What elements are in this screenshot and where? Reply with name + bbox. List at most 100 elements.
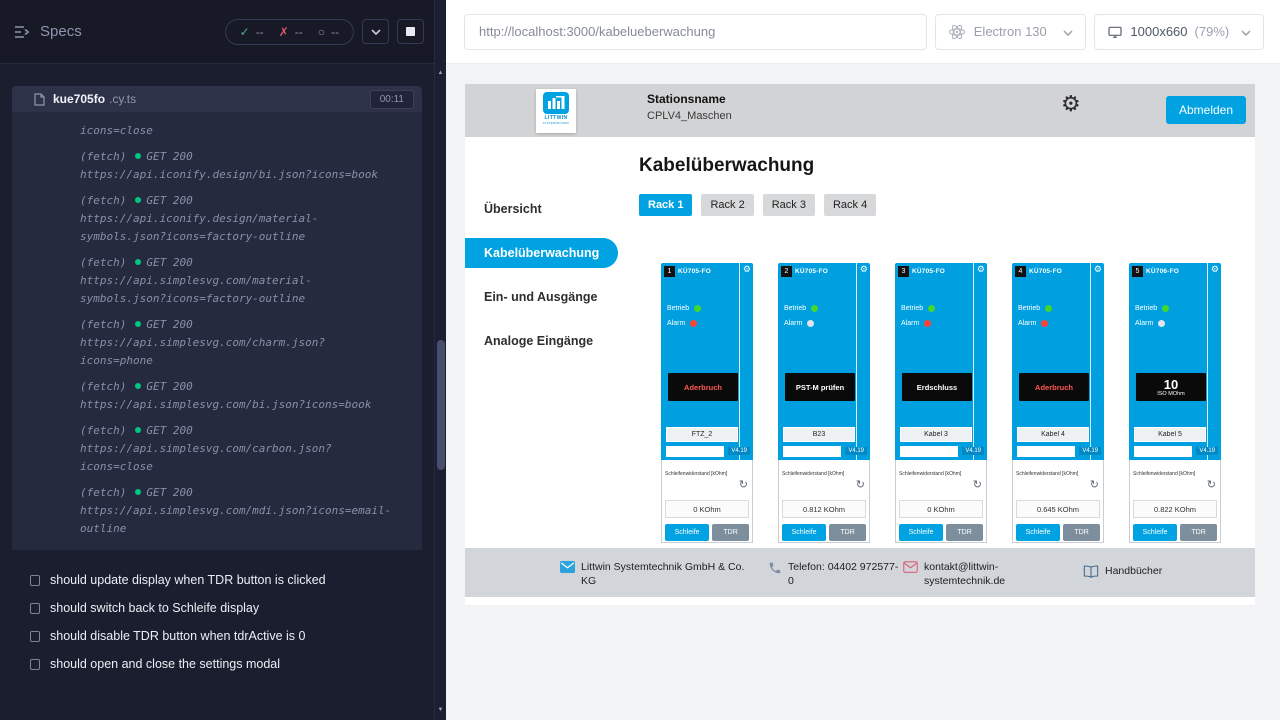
card-settings-icon[interactable]: ⚙ (1094, 265, 1102, 274)
schleife-button[interactable]: Schleife (782, 524, 826, 541)
app-viewport: LITTWIN SYSTEMTECHNIK Stationsname CPLV4… (465, 84, 1255, 605)
browser-selector[interactable]: Electron 130 (935, 14, 1087, 50)
tdr-button[interactable]: TDR (1180, 524, 1217, 541)
log-entry[interactable]: (fetch)GET 200 https://api.simplesvg.com… (80, 378, 396, 414)
status-value: 10 (1164, 378, 1178, 391)
tdr-button[interactable]: TDR (829, 524, 866, 541)
betrieb-label: Betrieb (1135, 305, 1157, 312)
card-settings-icon[interactable]: ⚙ (743, 265, 751, 274)
cable-name-field[interactable] (1017, 427, 1089, 442)
card-bar (1017, 446, 1075, 457)
tab-rack-3[interactable]: Rack 3 (763, 194, 815, 216)
schleife-button[interactable]: Schleife (1133, 524, 1177, 541)
url-text: http://localhost:3000/kabelueberwachung (479, 24, 715, 39)
tab-rack-1[interactable]: Rack 1 (639, 194, 692, 216)
viewport-selector[interactable]: 1000x660 (79%) (1094, 14, 1264, 50)
chevron-down-icon (371, 29, 381, 35)
measurement-panel: Schleifenwiderstand [kOhm] ↻ 0.645 KOhm … (1012, 460, 1104, 543)
spec-header[interactable]: kue705fo .cy.ts 00:11 (12, 86, 422, 112)
alarm-label: Alarm (1018, 320, 1036, 327)
betrieb-led (694, 305, 701, 312)
email-address: kontakt@littwin-systemtechnik.de (924, 560, 1020, 588)
log-url: https://api.iconify.design/bi.json?icons… (80, 168, 378, 181)
refresh-icon[interactable]: ↻ (1207, 480, 1216, 491)
station-name: CPLV4_Maschen (647, 110, 732, 122)
test-title: should update display when TDR button is… (50, 573, 326, 587)
cable-name-field[interactable] (900, 427, 972, 442)
cable-name-field[interactable] (783, 427, 855, 442)
test-item[interactable]: should update display when TDR button is… (12, 566, 422, 594)
log-entry[interactable]: (fetch)GET 200 https://api.simplesvg.com… (80, 422, 396, 476)
test-item[interactable]: should open and close the settings modal (12, 650, 422, 678)
scroll-down-icon[interactable]: ▼ (435, 703, 446, 717)
aut-panel: http://localhost:3000/kabelueberwachung … (446, 0, 1280, 720)
footer-company[interactable]: Littwin Systemtechnik GmbH & Co. KG (560, 560, 753, 588)
refresh-icon[interactable]: ↻ (1090, 480, 1099, 491)
cable-name-field[interactable] (666, 427, 738, 442)
log-entry[interactable]: (fetch)GET 200 https://api.simplesvg.com… (80, 316, 396, 370)
logout-button[interactable]: Abmelden (1166, 96, 1246, 124)
schleife-button[interactable]: Schleife (665, 524, 709, 541)
card-settings-icon[interactable]: ⚙ (860, 265, 868, 274)
card-bar (783, 446, 841, 457)
viewport-size: 1000x660 (1130, 24, 1187, 39)
refresh-icon[interactable]: ↻ (739, 480, 748, 491)
footer-manuals[interactable]: Handbücher (1083, 564, 1162, 579)
test-item[interactable]: should disable TDR button when tdrActive… (12, 622, 422, 650)
footer-email[interactable]: kontakt@littwin-systemtechnik.de (903, 560, 1020, 588)
stop-button[interactable] (397, 19, 424, 44)
log-entry[interactable]: (fetch)GET 200 https://api.simplesvg.com… (80, 254, 396, 308)
stat-passed: ✓-- (240, 25, 264, 39)
betrieb-row: Betrieb (784, 305, 818, 312)
betrieb-label: Betrieb (901, 305, 923, 312)
tab-rack-4[interactable]: Rack 4 (824, 194, 876, 216)
log-entry[interactable]: (fetch)GET 200 https://api.simplesvg.com… (80, 484, 396, 538)
sidebar-item-kabelueberwachung[interactable]: Kabelüberwachung (465, 238, 618, 268)
refresh-icon[interactable]: ↻ (856, 480, 865, 491)
tab-rack-2[interactable]: Rack 2 (701, 194, 753, 216)
sidebar-item-uebersicht[interactable]: Übersicht (465, 187, 625, 231)
refresh-icon[interactable]: ↻ (973, 480, 982, 491)
card-model: KÜ706-FO (1146, 268, 1179, 275)
sidebar-item-analoge-eingaenge[interactable]: Analoge Eingänge (465, 319, 625, 363)
device-cards: 1 KÜ705-FO ⚙ Betrieb Alarm Aderbruch (639, 263, 1255, 543)
log-status: GET 200 (146, 194, 192, 207)
betrieb-row: Betrieb (667, 305, 701, 312)
footer-phone[interactable]: Telefon: 04402 972577-0 (768, 560, 902, 588)
measurement-panel: Schleifenwiderstand [kOhm] ↻ 0.822 KOhm … (1129, 460, 1221, 543)
url-bar[interactable]: http://localhost:3000/kabelueberwachung (464, 14, 927, 50)
status-dot-icon (135, 259, 141, 265)
card-settings-icon[interactable]: ⚙ (1211, 265, 1219, 274)
card-number: 1 (664, 266, 675, 277)
panel-buttons: Schleife TDR (1133, 524, 1217, 541)
specs-button[interactable]: Specs (14, 23, 82, 40)
reporter-scrollbar[interactable]: ▲ ▼ (434, 0, 446, 720)
card-settings-icon[interactable]: ⚙ (977, 265, 985, 274)
log-prefix: (fetch) (80, 318, 126, 331)
alarm-led (1041, 320, 1048, 327)
cable-name-field[interactable] (1134, 427, 1206, 442)
sidebar-item-ein-und-ausgaenge[interactable]: Ein- und Ausgänge (465, 275, 625, 319)
scroll-up-icon[interactable]: ▲ (435, 66, 446, 80)
schleife-button[interactable]: Schleife (1016, 524, 1060, 541)
spec-name: kue705fo (53, 92, 105, 106)
schleife-button[interactable]: Schleife (899, 524, 943, 541)
tdr-button[interactable]: TDR (946, 524, 983, 541)
status-unit: ISO MOhm (1157, 391, 1185, 397)
log-prefix: (fetch) (80, 380, 126, 393)
log-entry[interactable]: (fetch)GET 200 https://api.iconify.desig… (80, 192, 396, 246)
tdr-button[interactable]: TDR (1063, 524, 1100, 541)
tdr-button[interactable]: TDR (712, 524, 749, 541)
test-item[interactable]: should switch back to Schleife display (12, 594, 422, 622)
settings-gear-icon[interactable]: ⚙ (1061, 93, 1081, 115)
scrollbar-thumb[interactable] (437, 340, 445, 470)
log-entry[interactable]: (fetch)GET 200 https://api.iconify.desig… (80, 148, 396, 184)
test-icon (30, 575, 40, 586)
rack-tabs: Rack 1 Rack 2 Rack 3 Rack 4 (639, 194, 1255, 216)
collapse-button[interactable] (362, 19, 389, 44)
status-dot-icon (135, 153, 141, 159)
log-url: https://api.simplesvg.com/carbon.json?ic… (80, 442, 332, 473)
alarm-label: Alarm (667, 320, 685, 327)
test-icon (30, 659, 40, 670)
log-url: https://api.simplesvg.com/material-symbo… (80, 274, 312, 305)
